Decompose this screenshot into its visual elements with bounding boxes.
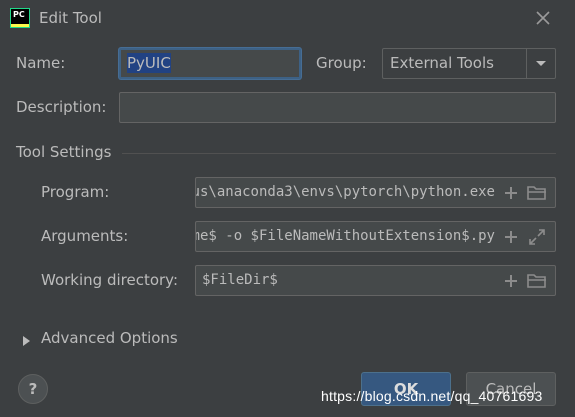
name-field[interactable]: PyUIC xyxy=(119,48,301,79)
working-directory-field[interactable]: $FileDir$ xyxy=(195,265,556,296)
tool-settings-title: Tool Settings xyxy=(16,143,112,161)
arguments-field-value: ame$ -o $FileNameWithoutExtension$.py xyxy=(195,228,495,244)
plus-icon[interactable] xyxy=(501,227,521,247)
watermark: https://blog.csdn.net/qq_40761693 xyxy=(321,388,543,404)
working-directory-value: $FileDir$ xyxy=(202,272,278,288)
description-label: Description: xyxy=(16,98,107,116)
close-icon[interactable] xyxy=(531,6,555,30)
working-directory-label: Working directory: xyxy=(41,271,179,289)
program-field[interactable]: sus\anaconda3\envs\pytorch\python.exe xyxy=(195,177,556,208)
expand-icon[interactable] xyxy=(525,227,549,247)
name-field-value: PyUIC xyxy=(127,53,171,73)
help-button[interactable]: ? xyxy=(18,374,48,404)
group-label: Group: xyxy=(316,54,367,72)
app-logo: PC xyxy=(10,8,30,28)
program-field-value: sus\anaconda3\envs\pytorch\python.exe xyxy=(195,184,495,200)
chevron-down-icon xyxy=(536,61,546,66)
folder-icon[interactable] xyxy=(525,271,549,291)
description-field[interactable] xyxy=(119,92,556,123)
chevron-right-icon[interactable] xyxy=(22,333,32,351)
window-title: Edit Tool xyxy=(39,9,102,27)
arguments-label: Arguments: xyxy=(41,227,129,245)
group-select-value: External Tools xyxy=(390,54,494,72)
group-dropdown-button[interactable] xyxy=(526,49,555,78)
plus-icon[interactable] xyxy=(501,271,521,291)
program-label: Program: xyxy=(41,183,110,201)
section-divider xyxy=(122,153,556,154)
folder-icon[interactable] xyxy=(525,183,549,203)
app-logo-text: PC xyxy=(13,10,25,19)
arguments-field[interactable]: ame$ -o $FileNameWithoutExtension$.py xyxy=(195,221,556,252)
advanced-options-toggle[interactable]: Advanced Options xyxy=(41,328,178,348)
name-label: Name: xyxy=(16,54,66,72)
plus-icon[interactable] xyxy=(501,183,521,203)
group-select[interactable]: External Tools xyxy=(382,48,556,79)
